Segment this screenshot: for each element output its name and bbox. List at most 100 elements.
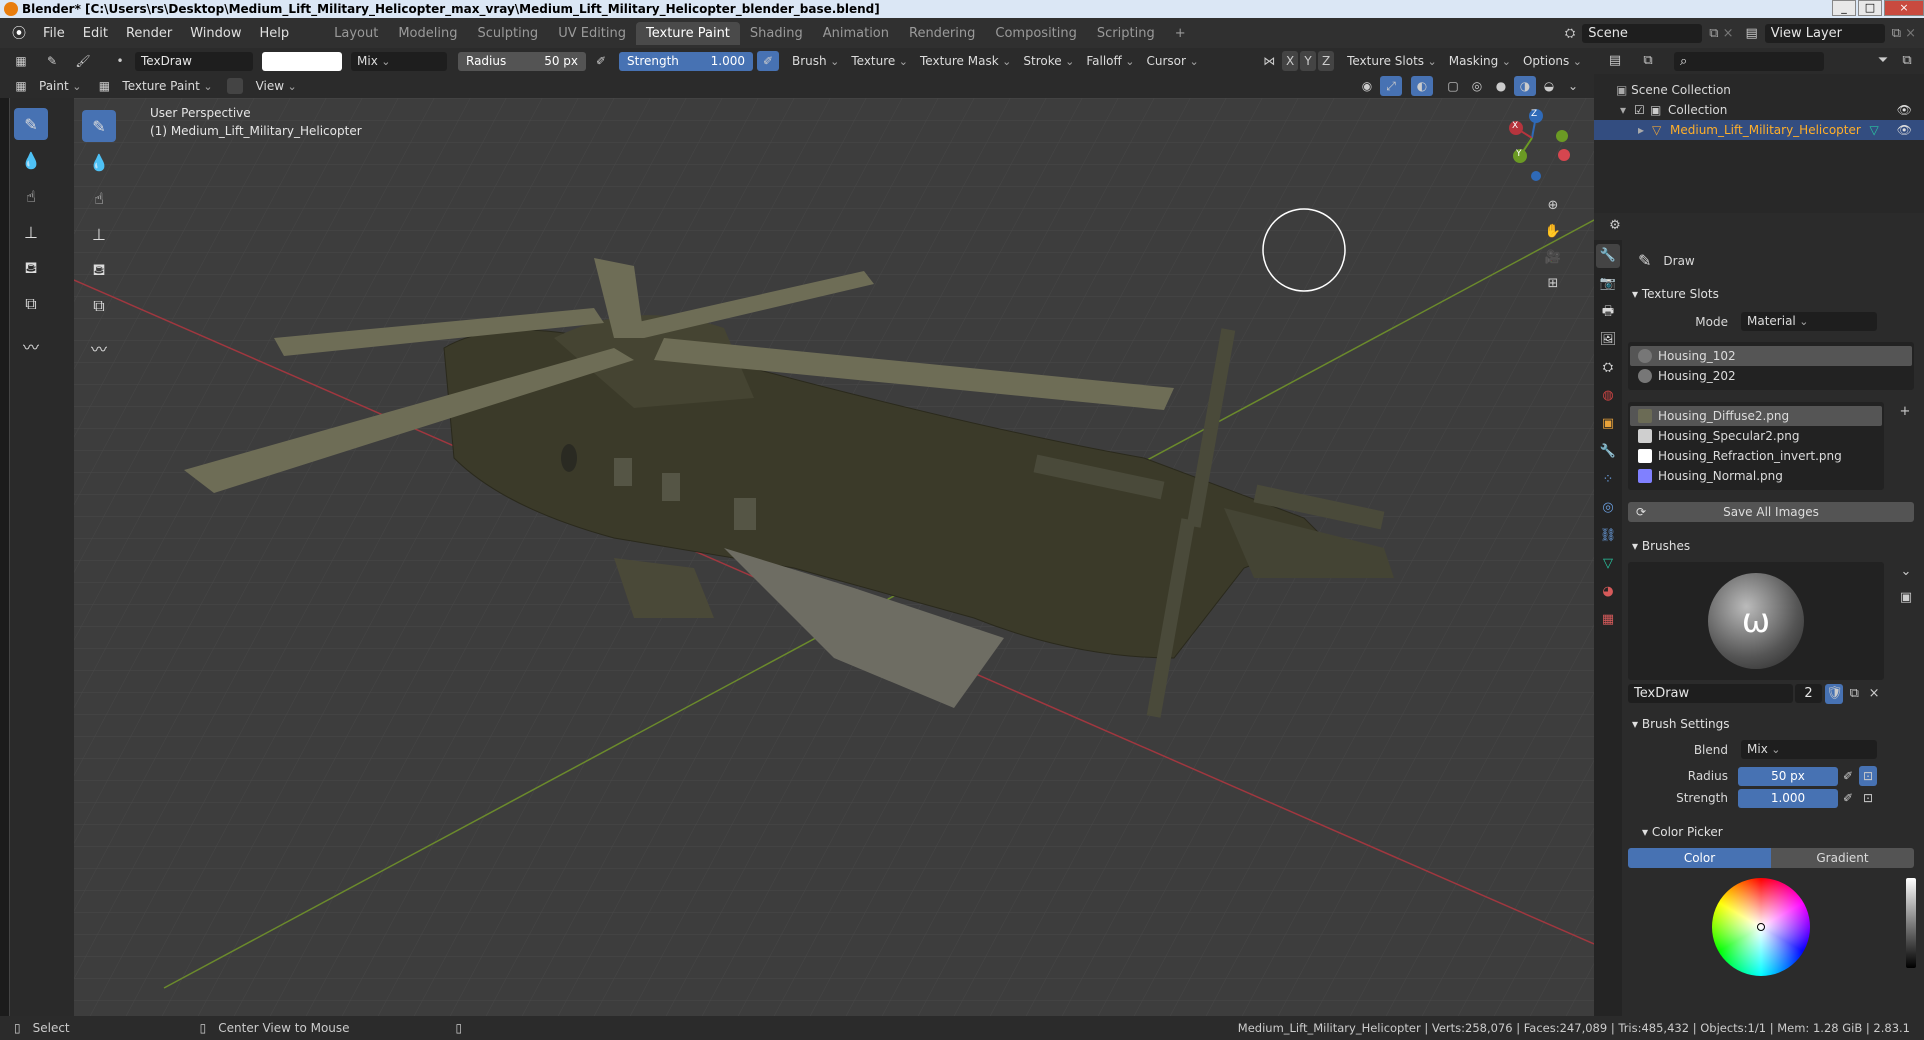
blender-menu-icon[interactable]: ⦿ xyxy=(0,23,34,43)
tab-modeling[interactable]: Modeling xyxy=(388,22,467,45)
scene-tab-icon[interactable]: ⛭ xyxy=(1596,356,1620,380)
color-wheel-cursor[interactable] xyxy=(1757,923,1765,931)
radius-slider[interactable]: Radius 50 px xyxy=(458,51,586,71)
view-layer-tab-icon[interactable]: 🖼 xyxy=(1596,328,1620,352)
texture-tab-icon[interactable]: ▦ xyxy=(1596,608,1620,632)
shading-options-icon[interactable]: ⌄ xyxy=(1562,76,1584,96)
radius-unit-icon[interactable]: ⊡ xyxy=(1859,766,1877,786)
zoom-icon[interactable]: ⊕ xyxy=(1542,196,1564,216)
symmetry-icon[interactable]: ⋈ xyxy=(1258,51,1280,71)
visibility-icon[interactable]: ◉ xyxy=(1356,76,1378,96)
delete-view-layer-icon[interactable]: × xyxy=(1905,26,1924,41)
brush-name-field[interactable]: TexDraw xyxy=(135,51,253,71)
paint-mode-icon[interactable]: ▦ xyxy=(10,76,32,96)
camera-icon[interactable]: 🎥 xyxy=(1542,248,1564,268)
menu-window[interactable]: Window xyxy=(181,26,250,41)
brush-dot-icon[interactable]: • xyxy=(109,51,131,71)
save-all-images-button[interactable]: ⟳ Save All Images xyxy=(1628,502,1914,522)
object-tab-icon[interactable]: ▣ xyxy=(1596,412,1620,436)
ortho-grid-icon[interactable]: ⊞ xyxy=(1542,274,1564,294)
tool-soften-icon-2[interactable]: 💧 xyxy=(82,146,116,178)
minimize-button[interactable]: _ xyxy=(1832,0,1856,16)
tool-tab-icon[interactable]: 🔧 xyxy=(1596,244,1620,268)
duplicate-brush-icon[interactable]: ⧉ xyxy=(1845,684,1863,704)
tab-rendering[interactable]: Rendering xyxy=(899,22,985,45)
texture-slots-panel-header[interactable]: ▾ Texture Slots xyxy=(1628,284,1918,304)
close-button[interactable]: × xyxy=(1884,0,1924,16)
texture-menu[interactable]: Texture xyxy=(845,54,914,68)
constraints-tab-icon[interactable]: ⛓ xyxy=(1596,524,1620,548)
axis-z-toggle[interactable]: Z xyxy=(1318,51,1335,71)
material-item[interactable]: Housing_102 xyxy=(1630,346,1912,366)
radius-pressure-icon[interactable]: ✐ xyxy=(590,51,612,71)
tool-annotate-icon[interactable]: 〰 xyxy=(14,330,48,362)
tool-smear-icon[interactable]: ☝ xyxy=(14,180,48,212)
tool-clone-icon[interactable]: ⊥ xyxy=(14,216,48,248)
masking-menu[interactable]: Masking xyxy=(1443,54,1517,68)
scene-icon[interactable]: ⛭ xyxy=(1561,26,1579,41)
unlink-brush-icon[interactable]: × xyxy=(1865,684,1883,704)
material-item[interactable]: Housing_202 xyxy=(1630,366,1912,386)
physics-tab-icon[interactable]: ◎ xyxy=(1596,496,1620,520)
image-item[interactable]: Housing_Specular2.png xyxy=(1630,426,1882,446)
view-menu[interactable]: View xyxy=(250,79,303,93)
view-layer-icon[interactable]: ▤ xyxy=(1742,26,1762,41)
menu-help[interactable]: Help xyxy=(251,26,299,41)
brush-image-icon[interactable]: ▣ xyxy=(1895,588,1917,608)
expand-object-icon[interactable]: ▸ xyxy=(1638,120,1652,140)
strength-field[interactable]: 1.000 xyxy=(1738,788,1838,808)
tool-clone-icon-2[interactable]: ⊥ xyxy=(82,218,116,250)
menu-render[interactable]: Render xyxy=(117,26,181,41)
display-mode-icon[interactable]: ⧉ xyxy=(1637,51,1659,71)
gradient-tab[interactable]: Gradient xyxy=(1771,848,1914,868)
tool-draw-icon[interactable]: ✎ xyxy=(14,108,48,140)
brush-dropdown-icon[interactable]: ⌄ xyxy=(1895,562,1917,582)
mode-dropdown[interactable]: Material xyxy=(1741,312,1877,331)
texture-mask-menu[interactable]: Texture Mask xyxy=(914,54,1017,68)
fake-user-icon[interactable]: 🛡 xyxy=(1825,684,1844,704)
axis-y-toggle[interactable]: Y xyxy=(1300,51,1317,71)
modifier-tab-icon[interactable]: 🔧 xyxy=(1596,440,1620,464)
tool-draw-icon-2[interactable]: ✎ xyxy=(82,110,116,142)
strength-pressure-icon[interactable]: ✐ xyxy=(757,51,779,71)
value-slider[interactable] xyxy=(1906,878,1916,968)
overlay-toggle-icon[interactable]: ◐ xyxy=(1411,76,1433,96)
brush-preview[interactable]: ω xyxy=(1628,562,1884,680)
color-picker-panel-header[interactable]: ▾ Color Picker xyxy=(1628,822,1918,842)
editor-type-icon[interactable]: ▦ xyxy=(10,51,32,71)
brush-settings-panel-header[interactable]: ▾ Brush Settings xyxy=(1628,714,1918,734)
image-item[interactable]: Housing_Diffuse2.png xyxy=(1630,406,1882,426)
strength-pressure-icon[interactable]: ✐ xyxy=(1839,788,1857,808)
outliner-search-input[interactable]: ⌕ xyxy=(1674,51,1824,71)
menu-edit[interactable]: Edit xyxy=(74,26,117,41)
strength-unit-icon[interactable]: ⊡ xyxy=(1859,788,1877,808)
maximize-button[interactable]: □ xyxy=(1858,0,1882,16)
pan-hand-icon[interactable]: ✋ xyxy=(1542,222,1564,242)
shading-material-icon[interactable]: ◑ xyxy=(1514,76,1536,96)
outliner-object[interactable]: ▸ ▽ Medium_Lift_Military_Helicopter ▽ 👁 xyxy=(1594,120,1924,140)
color-wheel[interactable] xyxy=(1712,878,1810,976)
tab-shading[interactable]: Shading xyxy=(740,22,813,45)
shading-solid-icon[interactable]: ● xyxy=(1490,76,1512,96)
options-menu[interactable]: Options xyxy=(1517,54,1588,68)
texture-paint-mode-icon[interactable]: ▦ xyxy=(93,76,115,96)
material-tab-icon[interactable]: ◕ xyxy=(1596,580,1620,604)
paint-mode-short[interactable]: Paint xyxy=(33,79,87,93)
mode-dropdown[interactable]: Texture Paint xyxy=(116,79,218,93)
color-tab[interactable]: Color xyxy=(1628,848,1771,868)
tool-fill-icon[interactable]: ⛾ xyxy=(14,252,48,284)
gizmo-z-label[interactable]: Z xyxy=(1531,109,1537,119)
blend-mode-dropdown[interactable]: Mix xyxy=(351,51,447,71)
new-scene-icon[interactable]: ⧉ xyxy=(1705,26,1722,41)
image-item[interactable]: Housing_Refraction_invert.png xyxy=(1630,446,1882,466)
outliner-collection[interactable]: ▾ ☑ ▣ Collection 👁 xyxy=(1594,100,1924,120)
tool-soften-icon[interactable]: 💧 xyxy=(14,144,48,176)
draw-brush-icon[interactable]: 🖌 xyxy=(72,51,94,71)
filter-icon[interactable]: ⏷ xyxy=(1872,51,1894,71)
tool-settings-icon[interactable]: ✎ xyxy=(41,51,63,71)
tool-mask-icon[interactable]: ⧉ xyxy=(14,288,48,320)
collection-checkbox[interactable]: ☑ xyxy=(1634,100,1650,120)
tab-sculpting[interactable]: Sculpting xyxy=(467,22,548,45)
menu-file[interactable]: File xyxy=(34,26,74,41)
tab-scripting[interactable]: Scripting xyxy=(1087,22,1165,45)
